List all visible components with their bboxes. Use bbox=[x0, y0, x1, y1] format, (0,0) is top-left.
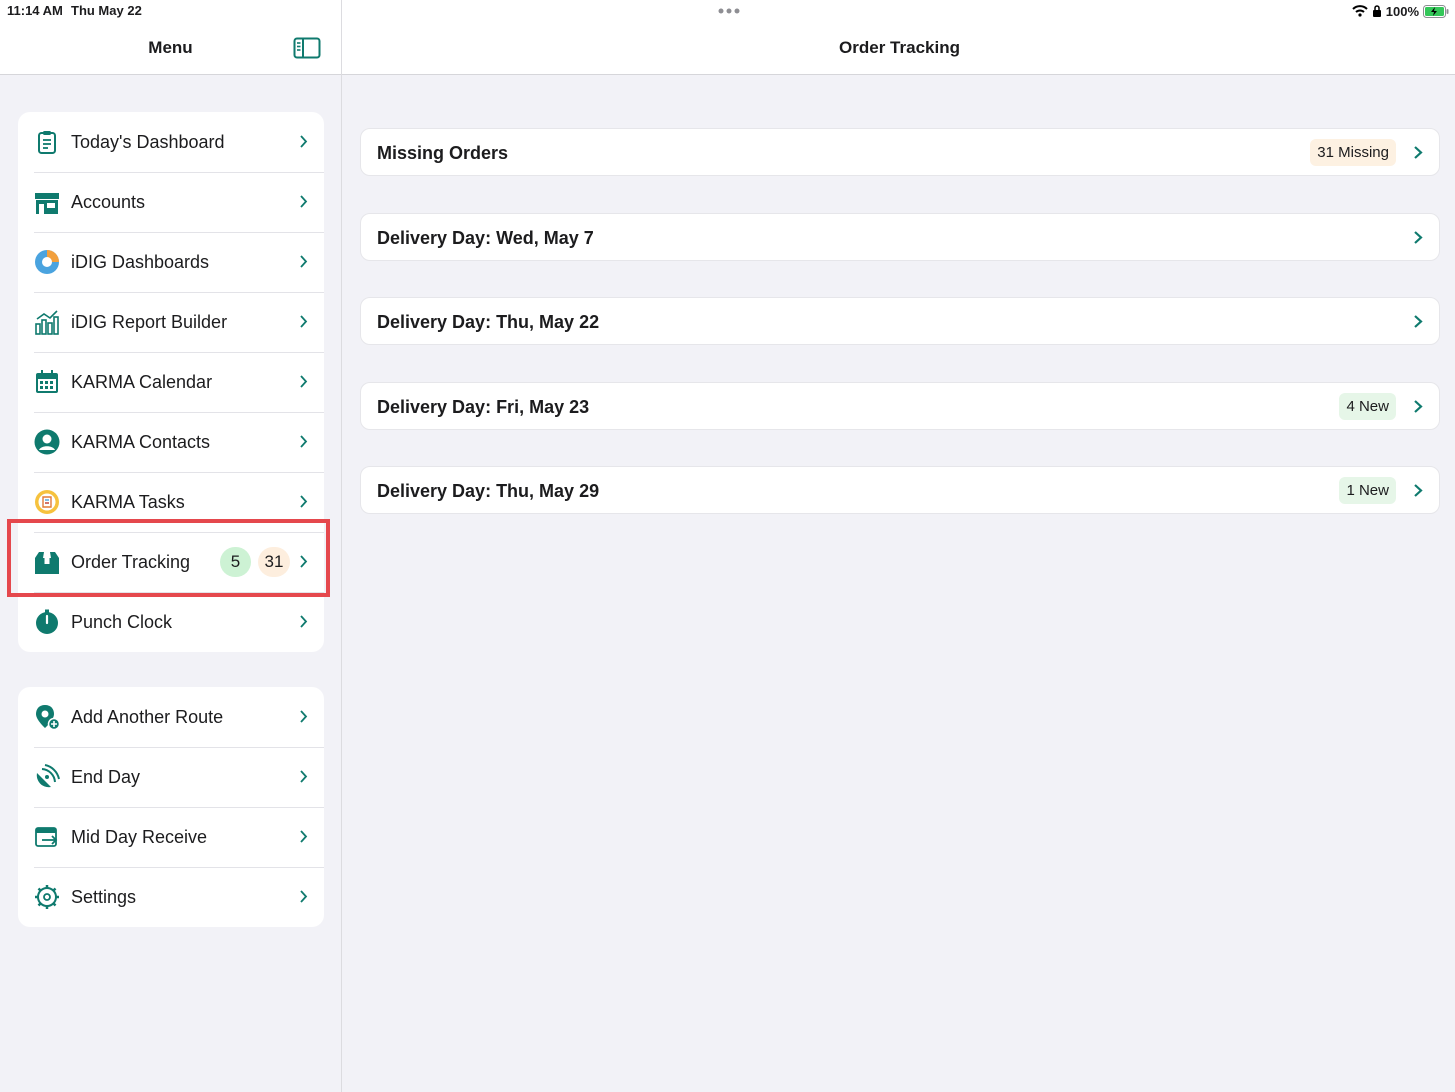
card-delivery-day[interactable]: Delivery Day: Fri, May 23 4 New bbox=[360, 382, 1440, 430]
status-time: 11:14 AM bbox=[7, 3, 63, 18]
menu-item-label: End Day bbox=[71, 766, 141, 787]
menu-item-label: Accounts bbox=[71, 191, 146, 212]
sidebar-toggle-icon[interactable] bbox=[293, 37, 321, 59]
missing-count-pill: 31 Missing bbox=[1310, 139, 1396, 166]
new-count-pill: 4 New bbox=[1339, 393, 1396, 420]
main-content: Order Tracking 100% Missing Orders 31 Mi… bbox=[342, 0, 1455, 1092]
chevron-right-icon bbox=[300, 830, 308, 843]
card-delivery-day[interactable]: Delivery Day: Wed, May 7 bbox=[360, 213, 1440, 261]
bar-chart-icon bbox=[35, 310, 59, 335]
wifi-icon bbox=[1352, 5, 1368, 17]
status-indicators: 100% bbox=[1352, 2, 1449, 20]
person-circle-icon bbox=[34, 429, 60, 455]
menu-group-main: Today's Dashboard Accounts iDIG Dashboar… bbox=[18, 112, 324, 652]
menu-item-label: Punch Clock bbox=[71, 611, 173, 632]
menu-item-label: KARMA Calendar bbox=[71, 371, 213, 392]
chevron-right-icon bbox=[300, 710, 308, 723]
lock-icon bbox=[1372, 5, 1381, 17]
satellite-icon bbox=[36, 764, 60, 788]
menu-item-accounts[interactable]: Accounts bbox=[18, 172, 324, 232]
chevron-right-icon bbox=[300, 770, 308, 783]
status-date: Thu May 22 bbox=[71, 3, 142, 18]
menu-title: Menu bbox=[148, 38, 193, 57]
chevron-right-icon bbox=[300, 495, 308, 508]
menu-item-label: KARMA Contacts bbox=[71, 431, 211, 452]
menu-item-label: iDIG Report Builder bbox=[71, 311, 228, 332]
menu-item-idig-dashboards[interactable]: iDIG Dashboards bbox=[18, 232, 324, 292]
chevron-right-icon bbox=[300, 435, 308, 448]
calendar-icon bbox=[36, 370, 58, 393]
menu-item-end-day[interactable]: End Day bbox=[18, 747, 324, 807]
menu-item-karma-contacts[interactable]: KARMA Contacts bbox=[18, 412, 324, 472]
card-delivery-day[interactable]: Delivery Day: Thu, May 29 1 New bbox=[360, 466, 1440, 514]
card-title: Delivery Day: Fri, May 23 bbox=[377, 397, 590, 417]
card-title: Delivery Day: Thu, May 22 bbox=[377, 312, 600, 332]
card-title: Missing Orders bbox=[377, 143, 509, 163]
menu-item-karma-calendar[interactable]: KARMA Calendar bbox=[18, 352, 324, 412]
main-header: Order Tracking 100% bbox=[342, 0, 1455, 75]
chevron-right-icon bbox=[1414, 146, 1423, 159]
menu-item-karma-tasks[interactable]: KARMA Tasks bbox=[18, 472, 324, 532]
menu-item-todays-dashboard[interactable]: Today's Dashboard bbox=[18, 112, 324, 172]
menu-group-actions: Add Another Route End Day Mid Day Receiv… bbox=[18, 687, 324, 927]
chevron-right-icon bbox=[300, 135, 308, 148]
menu-item-label: Today's Dashboard bbox=[71, 131, 225, 152]
menu-item-label: KARMA Tasks bbox=[71, 491, 185, 512]
sidebar: 11:14 AM Thu May 22 Menu Today's Dashboa… bbox=[0, 0, 342, 1092]
menu-item-punch-clock[interactable]: Punch Clock bbox=[18, 592, 324, 652]
card-title: Delivery Day: Thu, May 29 bbox=[377, 481, 600, 501]
menu-item-label: iDIG Dashboards bbox=[71, 251, 210, 272]
chevron-right-icon bbox=[300, 555, 308, 568]
menu-item-idig-report-builder[interactable]: iDIG Report Builder bbox=[18, 292, 324, 352]
chevron-right-icon bbox=[300, 315, 308, 328]
calendar-arrow-icon bbox=[35, 827, 58, 847]
clipboard-icon bbox=[38, 131, 56, 154]
menu-item-mid-day-receive[interactable]: Mid Day Receive bbox=[18, 807, 324, 867]
chevron-right-icon bbox=[1414, 400, 1423, 413]
card-title: Delivery Day: Wed, May 7 bbox=[377, 228, 594, 248]
menu-item-label: Settings bbox=[71, 886, 137, 907]
box-icon bbox=[35, 552, 59, 574]
add-location-icon bbox=[36, 705, 60, 730]
chevron-right-icon bbox=[300, 195, 308, 208]
tasks-icon bbox=[35, 490, 59, 514]
page-title: Order Tracking bbox=[839, 38, 960, 57]
menu-item-add-another-route[interactable]: Add Another Route bbox=[18, 687, 324, 747]
sidebar-header: 11:14 AM Thu May 22 Menu bbox=[0, 0, 341, 75]
battery-charging-icon bbox=[1423, 4, 1449, 18]
gear-icon bbox=[35, 885, 59, 909]
chevron-right-icon bbox=[1414, 315, 1423, 328]
menu-item-settings[interactable]: Settings bbox=[18, 867, 324, 927]
chevron-right-icon bbox=[300, 890, 308, 903]
stopwatch-icon bbox=[36, 609, 58, 634]
menu-item-label: Add Another Route bbox=[71, 706, 224, 727]
more-dots-icon[interactable] bbox=[717, 7, 741, 15]
menu-item-order-tracking[interactable]: Order Tracking 5 31 bbox=[18, 532, 324, 592]
chevron-right-icon bbox=[1414, 231, 1423, 244]
new-orders-badge: 5 bbox=[220, 547, 251, 577]
store-icon bbox=[35, 193, 59, 214]
menu-item-label: Mid Day Receive bbox=[71, 826, 208, 847]
card-delivery-day[interactable]: Delivery Day: Thu, May 22 bbox=[360, 297, 1440, 345]
chevron-right-icon bbox=[1414, 484, 1423, 497]
pie-chart-icon bbox=[35, 250, 59, 274]
new-count-pill: 1 New bbox=[1339, 477, 1396, 504]
chevron-right-icon bbox=[300, 375, 308, 388]
battery-percent: 100% bbox=[1385, 3, 1419, 19]
missing-orders-badge: 31 bbox=[258, 547, 290, 577]
chevron-right-icon bbox=[300, 255, 308, 268]
card-missing-orders[interactable]: Missing Orders 31 Missing bbox=[360, 128, 1440, 176]
chevron-right-icon bbox=[300, 615, 308, 628]
menu-item-label: Order Tracking bbox=[71, 551, 191, 572]
